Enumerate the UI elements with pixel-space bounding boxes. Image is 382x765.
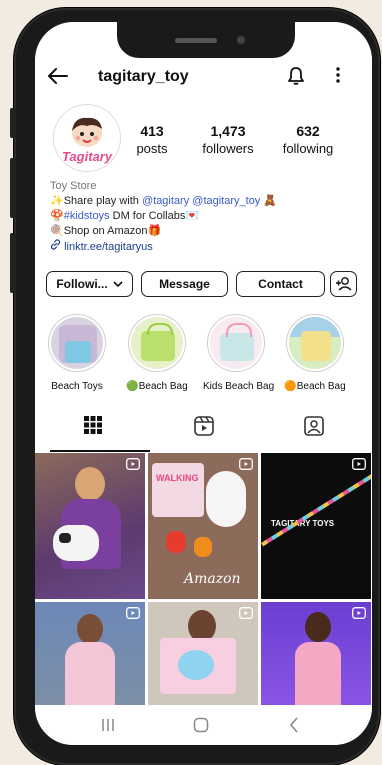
side-button — [10, 158, 16, 218]
box-text: WALKING — [156, 473, 199, 483]
message-button-label: Message — [159, 277, 210, 291]
more-icon[interactable] — [335, 66, 341, 89]
link-icon — [50, 239, 61, 250]
grid-post[interactable] — [148, 602, 258, 705]
bio-category: Toy Store — [50, 180, 97, 192]
tab-posts[interactable] — [84, 416, 102, 439]
highlight-label: 🟢Beach Bag — [126, 381, 188, 392]
post-caption: Amazon — [184, 571, 241, 587]
reel-icon — [239, 458, 253, 470]
highlight-label: Beach Toys — [51, 381, 103, 392]
stat-label: posts — [136, 141, 168, 156]
reel-icon — [352, 607, 366, 619]
mention-link[interactable]: @tagitary_toy — [192, 195, 260, 207]
highlight-label: 🟠Beach Bag — [284, 381, 346, 392]
reel-icon — [352, 458, 366, 470]
grid-post[interactable]: WALKING Amazon — [148, 453, 258, 599]
reel-icon — [126, 607, 140, 619]
bio-text: DM for Collabs💌 — [109, 210, 200, 222]
avatar[interactable]: Tagitary — [53, 104, 121, 172]
mention-link[interactable]: @tagitary — [142, 195, 189, 207]
stat-value: 413 — [140, 123, 164, 139]
add-person-button[interactable] — [330, 271, 357, 297]
stat-posts[interactable]: 413 posts — [127, 123, 177, 156]
grid-post[interactable] — [261, 602, 371, 705]
grid-post[interactable] — [35, 602, 145, 705]
stat-following[interactable]: 632 following — [275, 123, 341, 156]
recent-apps-icon[interactable] — [101, 718, 115, 732]
add-person-icon — [336, 277, 352, 291]
contact-button[interactable]: Contact — [236, 271, 325, 297]
highlight-beach-toys[interactable]: Beach Toys — [45, 314, 109, 392]
grid-post[interactable] — [35, 453, 145, 599]
tab-reels[interactable] — [194, 416, 214, 441]
system-nav-bar — [35, 705, 372, 745]
following-button[interactable]: Followi... — [46, 271, 133, 297]
tagged-icon — [304, 416, 324, 436]
home-icon[interactable] — [193, 717, 209, 733]
reel-icon — [126, 458, 140, 470]
stat-label: followers — [202, 141, 254, 156]
nav-back-icon[interactable] — [289, 717, 299, 733]
following-button-label: Followi... — [56, 277, 108, 291]
highlight-label: Kids Beach Bag — [203, 381, 275, 392]
highlight-kids-beach-bag[interactable]: Kids Beach Bag — [203, 314, 275, 392]
stat-followers[interactable]: 1,473 followers — [195, 123, 261, 156]
bio-link[interactable]: linktr.ee/tagitaryus — [50, 239, 153, 254]
bio-text: 🍄 — [50, 210, 64, 222]
side-button — [10, 233, 16, 293]
stat-label: following — [282, 141, 334, 156]
reels-icon — [194, 416, 214, 436]
bell-icon[interactable] — [287, 66, 305, 91]
side-button — [10, 108, 16, 138]
phone-screen: tagitary_toy Tagitary 413 posts 1,473 fo… — [35, 22, 372, 745]
highlight-green-beach-bag[interactable]: 🟢Beach Bag — [125, 314, 189, 392]
bio-line: 🍭Shop on Amazon🎁 — [50, 225, 162, 237]
brand-logo-text: Tagitary — [61, 149, 113, 164]
profile-username: tagitary_toy — [98, 68, 189, 85]
stat-value: 1,473 — [210, 123, 246, 139]
highlight-orange-beach-bag[interactable]: 🟠Beach Bag — [283, 314, 347, 392]
back-arrow-icon[interactable] — [48, 64, 68, 90]
bio-link-text: linktr.ee/tagitaryus — [64, 241, 153, 253]
hashtag-link[interactable]: #kidstoys — [64, 210, 110, 222]
active-tab-indicator — [50, 450, 150, 452]
bio-line: ✨Share play with @tagitary @tagitary_toy… — [50, 194, 277, 208]
stat-value: 632 — [296, 123, 320, 139]
message-button[interactable]: Message — [141, 271, 228, 297]
contact-button-label: Contact — [258, 277, 303, 291]
grid-post[interactable]: TAGITARY TOYS — [261, 453, 371, 599]
bio-text: 🧸 — [260, 195, 278, 207]
bio-line: 🍄#kidstoys DM for Collabs💌 — [50, 209, 199, 223]
notch — [117, 22, 295, 58]
reel-icon — [239, 607, 253, 619]
bio-text: ✨Share play with — [50, 195, 142, 207]
tab-tagged[interactable] — [304, 416, 324, 441]
chevron-down-icon — [113, 280, 123, 287]
grid-icon — [84, 416, 102, 434]
